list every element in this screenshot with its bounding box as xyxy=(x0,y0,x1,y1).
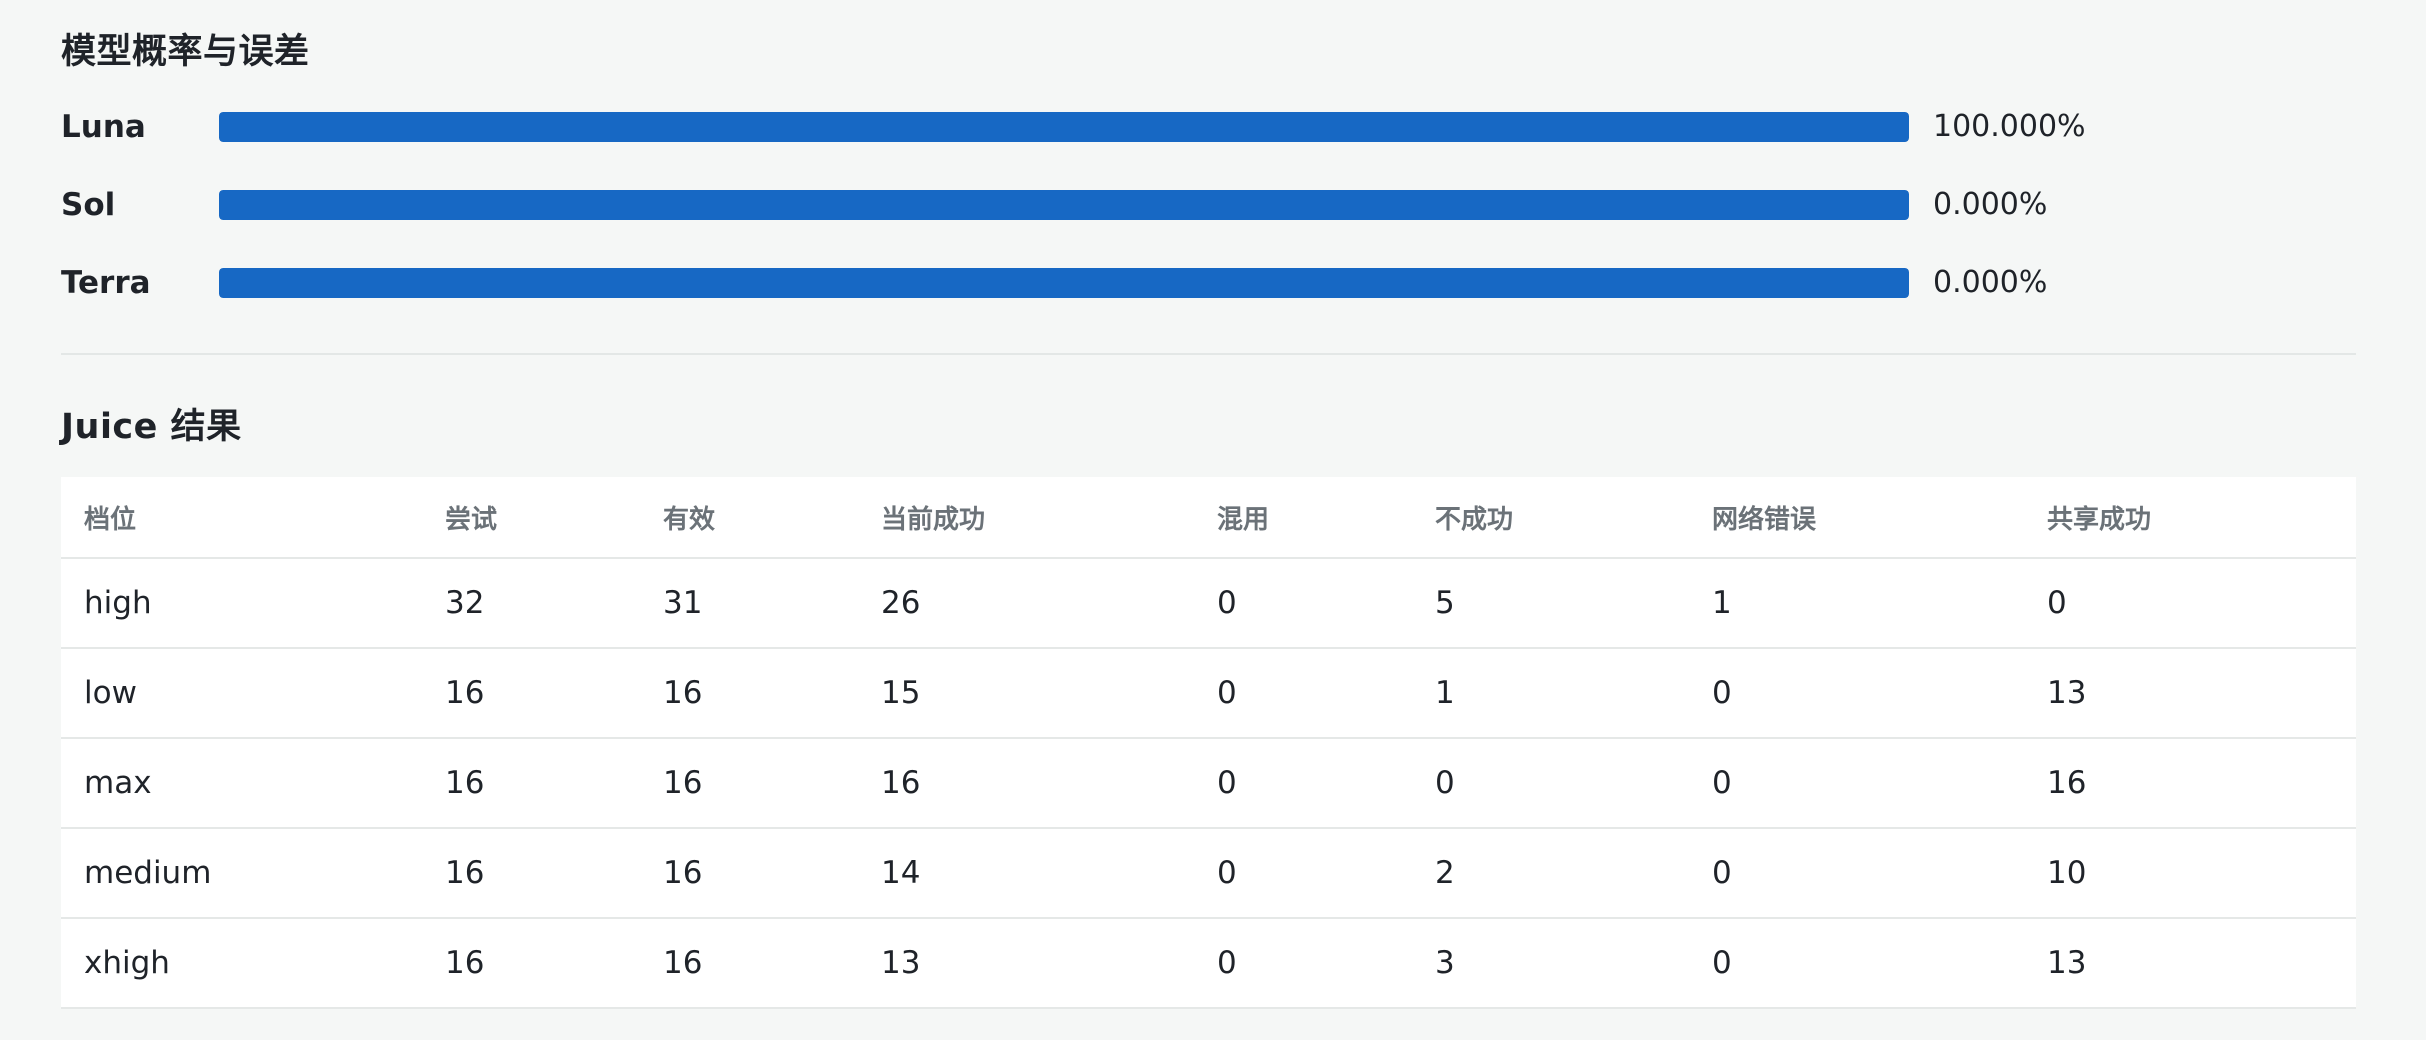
table-cell: 0 xyxy=(1194,828,1412,919)
table-cell: 32 xyxy=(422,558,640,649)
probability-label: Sol xyxy=(61,187,116,223)
table-cell: 13 xyxy=(2024,648,2356,739)
table-cell: medium xyxy=(61,828,422,919)
table-cell: 1 xyxy=(1689,558,2024,649)
table-cell: high xyxy=(61,558,422,649)
probability-label: Luna xyxy=(61,109,146,145)
table-row: xhigh 16 16 13 0 3 0 13 xyxy=(61,918,2356,1009)
probability-bar xyxy=(219,268,1909,298)
table-cell: xhigh xyxy=(61,918,422,1009)
probability-row-terra: Terra 0.000% xyxy=(61,263,2356,303)
probability-bar-fill xyxy=(219,268,1909,298)
table-cell: 0 xyxy=(1194,738,1412,829)
probability-bar xyxy=(219,190,1909,220)
table-cell: max xyxy=(61,738,422,829)
section-divider xyxy=(61,353,2356,355)
table-cell: 0 xyxy=(1412,738,1689,829)
column-header-current-success: 当前成功 xyxy=(858,477,1194,559)
table-cell: 16 xyxy=(640,918,858,1009)
column-header-valid: 有效 xyxy=(640,477,858,559)
table-cell: 16 xyxy=(640,648,858,739)
probability-bar xyxy=(219,112,1909,142)
table-cell: 0 xyxy=(2024,558,2356,649)
table-row: max 16 16 16 0 0 0 16 xyxy=(61,738,2356,829)
table-cell: 16 xyxy=(422,738,640,829)
table-cell: 26 xyxy=(858,558,1194,649)
table-header-row: 档位 尝试 有效 当前成功 混用 不成功 网络错误 共享成功 xyxy=(61,477,2356,559)
probability-bar-fill xyxy=(219,190,1909,220)
probability-value: 0.000% xyxy=(1933,265,2048,300)
probability-row-sol: Sol 0.000% xyxy=(61,185,2356,225)
table-cell: 16 xyxy=(858,738,1194,829)
table-cell: 5 xyxy=(1412,558,1689,649)
table-cell: 14 xyxy=(858,828,1194,919)
table-cell: 2 xyxy=(1412,828,1689,919)
table-cell: 0 xyxy=(1689,648,2024,739)
table-cell: 16 xyxy=(2024,738,2356,829)
table-row: low 16 16 15 0 1 0 13 xyxy=(61,648,2356,739)
table-cell: 0 xyxy=(1194,558,1412,649)
table-cell: 0 xyxy=(1689,828,2024,919)
column-header-mixed: 混用 xyxy=(1194,477,1412,559)
table-cell: 0 xyxy=(1689,738,2024,829)
probability-row-luna: Luna 100.000% xyxy=(61,107,2356,147)
table-cell: low xyxy=(61,648,422,739)
probability-value: 0.000% xyxy=(1933,187,2048,222)
table-row: medium 16 16 14 0 2 0 10 xyxy=(61,828,2356,919)
table-cell: 16 xyxy=(422,828,640,919)
table-cell: 3 xyxy=(1412,918,1689,1009)
probability-value: 100.000% xyxy=(1933,109,2086,144)
table-cell: 31 xyxy=(640,558,858,649)
table-cell: 13 xyxy=(2024,918,2356,1009)
table-cell: 16 xyxy=(640,738,858,829)
probability-bar-fill xyxy=(219,112,1909,142)
table-cell: 15 xyxy=(858,648,1194,739)
table-cell: 10 xyxy=(2024,828,2356,919)
table-cell: 0 xyxy=(1689,918,2024,1009)
model-probability-title: 模型概率与误差 xyxy=(61,32,310,72)
table-cell: 16 xyxy=(640,828,858,919)
column-header-tier: 档位 xyxy=(61,477,422,559)
probability-label: Terra xyxy=(61,265,151,301)
column-header-network-error: 网络错误 xyxy=(1689,477,2024,559)
table-cell: 16 xyxy=(422,648,640,739)
column-header-attempts: 尝试 xyxy=(422,477,640,559)
table-cell: 16 xyxy=(422,918,640,1009)
table-row: high 32 31 26 0 5 1 0 xyxy=(61,558,2356,649)
juice-results-table: 档位 尝试 有效 当前成功 混用 不成功 网络错误 共享成功 high 32 3… xyxy=(61,477,2356,1009)
column-header-failed: 不成功 xyxy=(1412,477,1689,559)
table-cell: 1 xyxy=(1412,648,1689,739)
table-cell: 13 xyxy=(858,918,1194,1009)
column-header-shared-success: 共享成功 xyxy=(2024,477,2356,559)
table-cell: 0 xyxy=(1194,648,1412,739)
table-cell: 0 xyxy=(1194,918,1412,1009)
juice-results-title: Juice 结果 xyxy=(61,407,242,447)
